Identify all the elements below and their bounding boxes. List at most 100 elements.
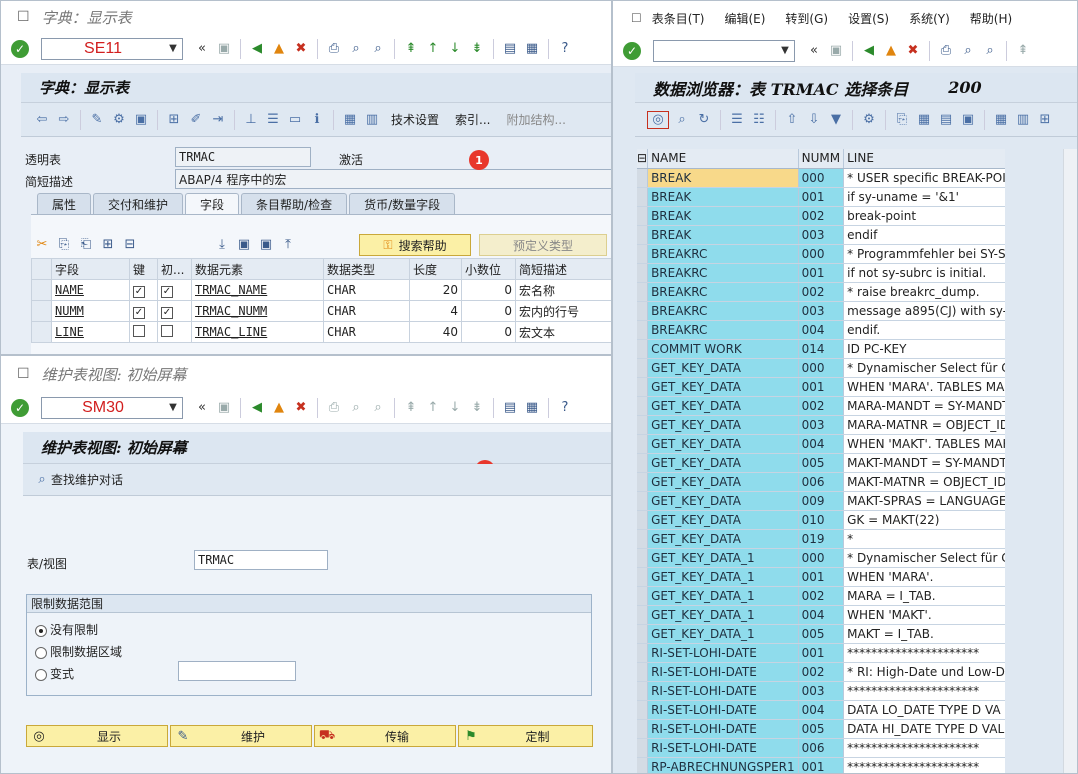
- numm-cell[interactable]: 002: [798, 206, 845, 226]
- init-checkbox[interactable]: ✓: [161, 285, 173, 298]
- refresh-icon[interactable]: ↻: [695, 111, 713, 129]
- name-cell[interactable]: BREAKRC: [647, 320, 799, 340]
- index-button[interactable]: 索引...: [455, 111, 490, 128]
- info-icon[interactable]: ℹ: [308, 111, 326, 129]
- table-row[interactable]: RP-ABRECHNUNGSPER1 001 *******************…: [637, 757, 1013, 773]
- row-selector[interactable]: [637, 377, 649, 397]
- decimals[interactable]: 0: [461, 279, 516, 301]
- name-cell[interactable]: BREAK: [647, 168, 799, 188]
- contents-icon[interactable]: ▦: [341, 111, 359, 129]
- line-cell[interactable]: MAKT-SPRAS = LANGUAGE: [843, 491, 1013, 511]
- table-row[interactable]: GET_KEY_DATA 010 GK = MAKT(22): [637, 510, 1013, 530]
- table-row[interactable]: GET_KEY_DATA_1 002 MARA = I_TAB.: [637, 586, 1013, 606]
- col-data-type[interactable]: 数据类型: [323, 258, 410, 280]
- select-all-icon[interactable]: ⊟: [637, 149, 649, 169]
- table-row[interactable]: RI-SET-LOHI-DATE 001 *********************…: [637, 643, 1013, 663]
- numm-cell[interactable]: 000: [798, 358, 845, 378]
- row-selector[interactable]: [637, 738, 649, 758]
- paste-icon[interactable]: ⎗: [77, 235, 95, 253]
- cancel-icon[interactable]: ✖: [904, 42, 922, 60]
- name-cell[interactable]: GET_KEY_DATA: [647, 472, 799, 492]
- numm-cell[interactable]: 014: [798, 339, 845, 359]
- find-icon[interactable]: ⌕: [347, 40, 365, 58]
- tab-attributes[interactable]: 属性: [37, 193, 92, 215]
- print-icon[interactable]: ⎙: [325, 399, 343, 417]
- predefined-type-button[interactable]: 预定义类型: [479, 234, 607, 256]
- tab-delivery[interactable]: 交付和维护: [93, 193, 184, 215]
- find-next-icon[interactable]: ⌕: [369, 399, 387, 417]
- cancel-icon[interactable]: ✖: [292, 399, 310, 417]
- find-icon[interactable]: ⌕: [347, 399, 365, 417]
- help-icon[interactable]: ?: [556, 399, 574, 417]
- col-line[interactable]: LINE: [843, 149, 1013, 169]
- row-selector[interactable]: [637, 548, 649, 568]
- short-desc[interactable]: 宏内的行号: [515, 300, 611, 322]
- col-length[interactable]: 长度: [409, 258, 462, 280]
- row-selector[interactable]: [637, 719, 649, 739]
- row-selector[interactable]: [637, 605, 649, 625]
- line-cell[interactable]: MARA-MANDT = SY-MANDT: [843, 396, 1013, 416]
- name-cell[interactable]: COMMIT WORK: [647, 339, 799, 359]
- filter-icon[interactable]: ▼: [827, 111, 845, 129]
- more-icon[interactable]: ⊞: [1036, 111, 1054, 129]
- menu-help[interactable]: 帮助(H): [970, 10, 1012, 27]
- table-row[interactable]: RI-SET-LOHI-DATE 002 * RI: High-Date und L…: [637, 662, 1013, 682]
- numm-cell[interactable]: 006: [798, 472, 845, 492]
- name-cell[interactable]: GET_KEY_DATA: [647, 377, 799, 397]
- numm-cell[interactable]: 000: [798, 548, 845, 568]
- short-desc[interactable]: 宏名称: [515, 279, 611, 301]
- line-cell[interactable]: * Dynamischer Select für CL: [843, 548, 1013, 568]
- delete-row-icon[interactable]: ⊟: [121, 235, 139, 253]
- numm-cell[interactable]: 001: [798, 377, 845, 397]
- line-cell[interactable]: WHEN 'MAKT'. TABLES MAKT: [843, 434, 1013, 454]
- numm-cell[interactable]: 003: [798, 225, 845, 245]
- numm-cell[interactable]: 000: [798, 244, 845, 264]
- name-cell[interactable]: GET_KEY_DATA: [647, 396, 799, 416]
- table-row[interactable]: COMMIT WORK 014 ID PC-KEY: [637, 339, 1013, 359]
- menu-system[interactable]: 系统(Y): [909, 10, 950, 27]
- numm-cell[interactable]: 005: [798, 719, 845, 739]
- line-cell[interactable]: DATA HI_DATE TYPE D VAL: [843, 719, 1013, 739]
- page-down-icon[interactable]: ▣: [235, 235, 253, 253]
- col-short-desc[interactable]: 简短描述: [515, 258, 611, 280]
- prev-page-icon[interactable]: ↑: [424, 399, 442, 417]
- line-cell[interactable]: GK = MAKT(22): [843, 510, 1013, 530]
- table-row[interactable]: GET_KEY_DATA 009 MAKT-SPRAS = LANGUAGE: [637, 491, 1013, 511]
- radio-no-restriction[interactable]: 没有限制: [35, 621, 98, 638]
- last-page-icon[interactable]: ⇟: [468, 399, 486, 417]
- sort-asc-icon[interactable]: ⇧: [783, 111, 801, 129]
- numm-cell[interactable]: 002: [798, 662, 845, 682]
- sort-desc-icon[interactable]: ⇩: [805, 111, 823, 129]
- print-icon[interactable]: ⎙: [937, 42, 955, 60]
- init-checkbox[interactable]: [161, 324, 173, 337]
- transport-button[interactable]: ⛟ 传输: [314, 725, 456, 747]
- back-icon[interactable]: ◀: [248, 399, 266, 417]
- hierarchy-icon[interactable]: ⊥: [242, 111, 260, 129]
- row-selector[interactable]: [637, 206, 649, 226]
- vertical-scrollbar[interactable]: [1063, 149, 1077, 773]
- row-selector[interactable]: [637, 301, 649, 321]
- line-cell[interactable]: MARA = I_TAB.: [843, 586, 1013, 606]
- row-selector[interactable]: [637, 529, 649, 549]
- table-row[interactable]: GET_KEY_DATA 001 WHEN 'MARA'. TABLES MARA: [637, 377, 1013, 397]
- name-cell[interactable]: BREAK: [647, 206, 799, 226]
- line-cell[interactable]: ID PC-KEY: [843, 339, 1013, 359]
- line-cell[interactable]: **********************: [843, 643, 1013, 663]
- data-element[interactable]: TRMAC_NAME: [191, 279, 324, 301]
- row-selector[interactable]: [637, 586, 649, 606]
- line-cell[interactable]: * Dynamischer Select für CL: [843, 358, 1013, 378]
- table-row[interactable]: GET_KEY_DATA 004 WHEN 'MAKT'. TABLES MAKT: [637, 434, 1013, 454]
- display-glasses-icon[interactable]: ◎: [647, 110, 669, 129]
- first-page-icon[interactable]: ⇞: [402, 399, 420, 417]
- data-type[interactable]: CHAR: [323, 300, 410, 322]
- key-checkbox[interactable]: [133, 324, 145, 337]
- print-icon[interactable]: ⎙: [325, 40, 343, 58]
- next-page-icon[interactable]: ↓: [446, 399, 464, 417]
- numm-cell[interactable]: 001: [798, 263, 845, 283]
- table-row[interactable]: BREAKRC 000 * Programmfehler bei SY-Su: [637, 244, 1013, 264]
- line-cell[interactable]: endif: [843, 225, 1013, 245]
- numm-cell[interactable]: 004: [798, 320, 845, 340]
- window-menu-icon[interactable]: ☐: [17, 9, 30, 25]
- save-icon[interactable]: ▣: [215, 399, 233, 417]
- line-cell[interactable]: MAKT-MANDT = SY-MANDT: [843, 453, 1013, 473]
